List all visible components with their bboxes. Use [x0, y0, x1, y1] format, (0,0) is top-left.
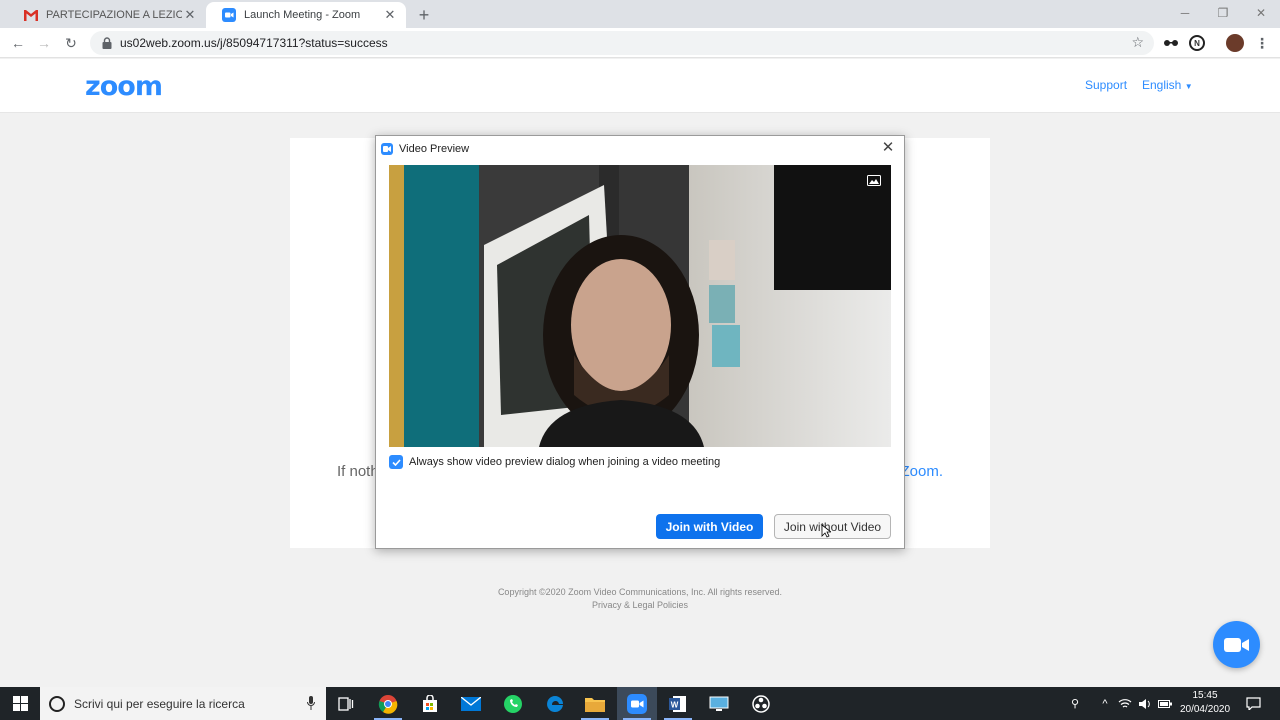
tab-gmail[interactable]: PARTECIPAZIONE A LEZIONE ON ✕ — [8, 2, 206, 28]
camera-preview — [389, 165, 891, 447]
close-icon[interactable]: ✕ — [182, 7, 198, 23]
dialog-title-bar: Video Preview — [381, 140, 469, 158]
file-explorer-icon[interactable] — [575, 687, 615, 720]
zoom-icon — [222, 8, 236, 22]
avatar[interactable] — [1226, 34, 1244, 52]
new-tab-icon[interactable]: + — [414, 5, 434, 25]
mouse-cursor-icon — [821, 524, 831, 538]
reload-icon[interactable]: ↻ — [61, 33, 81, 53]
virtual-background-icon[interactable] — [867, 175, 881, 186]
lock-icon — [102, 37, 112, 49]
cortana-icon — [49, 695, 65, 712]
always-show-preview-option[interactable]: Always show video preview dialog when jo… — [389, 455, 720, 469]
video-camera-icon — [1223, 637, 1249, 652]
whatsapp-icon[interactable] — [493, 687, 533, 720]
copyright-text: Copyright ©2020 Zoom Video Communication… — [497, 587, 783, 597]
zoom-taskbar-icon[interactable] — [617, 687, 657, 720]
join-with-video-button[interactable]: Join with Video — [656, 514, 763, 539]
taskbar-search-box[interactable]: Scrivi qui per eseguire la ricerca — [40, 687, 326, 720]
always-show-preview-checkbox[interactable] — [389, 455, 403, 469]
task-view-icon[interactable] — [326, 687, 366, 720]
chrome-icon[interactable] — [368, 687, 408, 720]
zoom-camera-button[interactable] — [1213, 621, 1260, 668]
minimize-icon[interactable]: ─ — [1166, 2, 1204, 24]
incognito-extension-icon[interactable] — [1162, 34, 1180, 52]
volume-icon[interactable] — [1136, 687, 1154, 720]
windows-taskbar: Scrivi qui per eseguire la ricerca W ⚲ ^ — [0, 687, 1280, 720]
url-text: us02web.zoom.us/j/85094717311?status=suc… — [120, 36, 388, 50]
checkbox-label: Always show video preview dialog when jo… — [409, 456, 721, 468]
mail-icon[interactable] — [451, 687, 491, 720]
dialog-close-icon[interactable]: ✕ — [878, 138, 898, 158]
extension-icon[interactable]: N — [1189, 35, 1205, 51]
back-icon[interactable]: ← — [8, 33, 28, 53]
gmail-icon — [24, 8, 38, 22]
notifications-icon[interactable] — [1242, 687, 1264, 720]
restore-icon[interactable]: ❐ — [1204, 2, 1242, 24]
checkmark-icon — [391, 458, 401, 466]
wifi-icon[interactable] — [1116, 687, 1134, 720]
svg-text:W: W — [671, 700, 679, 709]
download-zoom-link[interactable]: Zoom. — [900, 463, 943, 480]
obs-icon[interactable] — [741, 687, 781, 720]
bookmark-star-icon[interactable]: ☆ — [1131, 34, 1144, 51]
word-icon[interactable]: W — [658, 687, 698, 720]
windows-logo-icon — [12, 696, 28, 711]
forward-icon[interactable]: → — [34, 33, 54, 53]
support-link[interactable]: Support — [1085, 78, 1127, 92]
zoom-logo[interactable]: zoom — [85, 71, 163, 102]
clock-date: 20/04/2020 — [1179, 704, 1231, 715]
microphone-icon[interactable] — [307, 696, 315, 710]
menu-dots-icon[interactable]: ⋮ — [1252, 33, 1272, 53]
language-dropdown[interactable]: English ▼ — [1142, 78, 1193, 92]
people-icon[interactable]: ⚲ — [1064, 687, 1086, 720]
start-button[interactable] — [0, 687, 40, 720]
zoom-header: zoom Support English ▼ — [0, 59, 1280, 113]
privacy-link[interactable]: Privacy & Legal Policies — [0, 599, 1280, 612]
address-bar[interactable]: us02web.zoom.us/j/85094717311?status=suc… — [90, 31, 1154, 55]
tab-zoom[interactable]: Launch Meeting - Zoom ✕ — [206, 2, 406, 28]
caret-down-icon: ▼ — [1184, 82, 1193, 91]
video-preview-dialog: Video Preview ✕ Always show video previe… — [375, 135, 905, 549]
dialog-title: Video Preview — [399, 143, 470, 155]
browser-toolbar: ← → ↻ us02web.zoom.us/j/85094717311?stat… — [0, 28, 1280, 58]
remote-desktop-icon[interactable] — [699, 687, 739, 720]
clock-time: 15:45 — [1192, 690, 1218, 701]
edge-icon[interactable] — [535, 687, 575, 720]
launch-instruction-text: If noth — [337, 463, 379, 480]
camera-feed-image — [389, 165, 891, 447]
search-placeholder: Scrivi qui per eseguire la ricerca — [74, 696, 245, 711]
tab-title: PARTECIPAZIONE A LEZIONE ON — [46, 9, 182, 21]
browser-tab-strip: PARTECIPAZIONE A LEZIONE ON ✕ Launch Mee… — [0, 0, 1280, 28]
close-icon[interactable]: ✕ — [382, 7, 398, 23]
page-footer: Copyright ©2020 Zoom Video Communication… — [0, 586, 1280, 612]
window-close-icon[interactable]: ✕ — [1242, 2, 1280, 24]
chevron-up-icon[interactable]: ^ — [1096, 687, 1114, 720]
tab-title: Launch Meeting - Zoom — [244, 9, 361, 21]
store-icon[interactable] — [410, 687, 450, 720]
language-label: English — [1142, 78, 1182, 92]
join-without-video-button[interactable]: Join without Video — [774, 514, 891, 539]
zoom-icon — [381, 143, 393, 155]
system-clock[interactable]: 15:45 20/04/2020 — [1170, 689, 1240, 717]
